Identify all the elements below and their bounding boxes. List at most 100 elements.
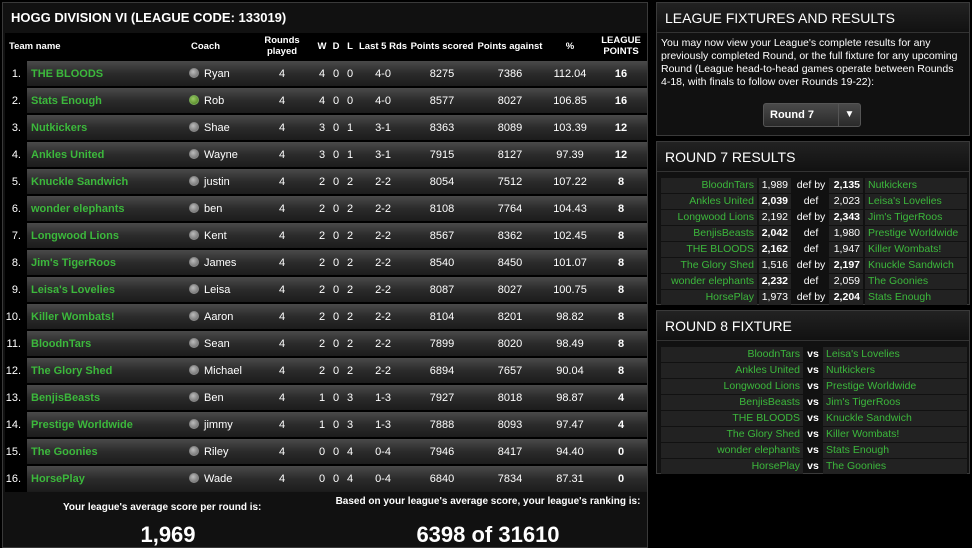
result-home-team[interactable]: THE BLOODS (661, 242, 757, 257)
fixture-home-team[interactable]: The Glory Shed (661, 427, 803, 442)
result-outcome: def (803, 227, 819, 239)
team-name-link[interactable]: wonder elephants (27, 194, 188, 222)
team-name-link[interactable]: BenjisBeasts (27, 383, 188, 411)
result-home-team[interactable]: Ankles United (661, 194, 757, 209)
result-away-score: 2,197 (829, 258, 863, 273)
team-name-link[interactable]: Longwood Lions (27, 221, 188, 249)
points-against: 8362 (475, 221, 546, 249)
fixture-away-team[interactable]: Killer Wombats! (823, 427, 967, 442)
result-home-team[interactable]: The Glory Shed (661, 258, 757, 273)
fixture-row: HorsePlay vs The Goonies (661, 459, 967, 474)
percentage: 98.87 (545, 383, 596, 411)
rounds-played: 4 (249, 194, 316, 222)
col-header-rounds: Rounds played (249, 33, 316, 61)
points-scored: 8087 (409, 275, 476, 303)
team-name-link[interactable]: HorsePlay (27, 464, 188, 492)
team-name-link[interactable]: BloodnTars (27, 329, 188, 357)
fixture-home-team[interactable]: wonder elephants (661, 443, 803, 458)
result-away-score: 1,947 (829, 242, 863, 257)
league-points: 8 (595, 248, 648, 276)
result-row: HorsePlay 1,973 def by 2,204 Stats Enough (661, 290, 967, 305)
result-away-team[interactable]: Prestige Worldwide (865, 226, 967, 241)
result-home-team[interactable]: BloodnTars (661, 178, 757, 193)
losses: 3 (343, 383, 358, 411)
result-home-team[interactable]: Longwood Lions (661, 210, 757, 225)
team-name-link[interactable]: Prestige Worldwide (27, 410, 188, 438)
result-away-team[interactable]: The Goonies (865, 274, 967, 289)
fixture-away-team[interactable]: Stats Enough (823, 443, 967, 458)
fixture-panel: ROUND 8 FIXTURE BloodnTars vs Leisa's Love… (656, 310, 970, 474)
team-name-link[interactable]: Leisa's Lovelies (27, 275, 188, 303)
coach-cell: Michael (187, 356, 250, 384)
coach-name: Leisa (204, 283, 231, 296)
result-home-team[interactable]: BenjisBeasts (661, 226, 757, 241)
fixture-away-team[interactable]: Jim's TigerRoos (823, 395, 967, 410)
fixture-vs: vs (807, 460, 819, 472)
last-5-rounds: 2-2 (357, 275, 410, 303)
result-home-score: 2,192 (759, 210, 791, 225)
fixture-home-team[interactable]: BenjisBeasts (661, 395, 803, 410)
fixture-home-team[interactable]: Ankles United (661, 363, 803, 378)
result-home-team[interactable]: HorsePlay (661, 290, 757, 305)
coach-avatar-icon (189, 283, 200, 294)
result-away-score: 2,023 (829, 194, 863, 209)
team-name-link[interactable]: Stats Enough (27, 86, 188, 114)
team-name-link[interactable]: Nutkickers (27, 113, 188, 141)
fixture-home-team[interactable]: HorsePlay (661, 459, 803, 474)
fixture-away-team[interactable]: Leisa's Lovelies (823, 347, 967, 362)
result-away-team[interactable]: Killer Wombats! (865, 242, 967, 257)
fixture-row: wonder elephants vs Stats Enough (661, 443, 967, 458)
rounds-played: 4 (249, 113, 316, 141)
fixture-away-team[interactable]: Nutkickers (823, 363, 967, 378)
result-away-score: 2,059 (829, 274, 863, 289)
coach-name: Sean (204, 337, 230, 350)
result-away-team[interactable]: Knuckle Sandwich (865, 258, 967, 273)
losses: 0 (343, 86, 358, 114)
team-name-link[interactable]: The Goonies (27, 437, 188, 465)
team-name-link[interactable]: The Glory Shed (27, 356, 188, 384)
ladder-row: 9. Leisa's Lovelies Leisa 4 2 0 2 2-2 8087 8027 10… (5, 275, 648, 303)
coach-avatar-icon (189, 391, 200, 402)
fixture-home-team[interactable]: THE BLOODS (661, 411, 803, 426)
ladder-position: 13. (5, 383, 27, 411)
last-5-rounds: 1-3 (357, 410, 410, 438)
fixture-vs: vs (807, 380, 819, 392)
result-outcome: def by (796, 179, 826, 191)
fixture-away-team[interactable]: The Goonies (823, 459, 967, 474)
percentage: 87.31 (545, 464, 596, 492)
rounds-played: 4 (249, 167, 316, 195)
fixtures-panel: LEAGUE FIXTURES AND RESULTS You may now … (656, 2, 970, 136)
result-away-team[interactable]: Nutkickers (865, 178, 967, 193)
losses: 2 (343, 275, 358, 303)
draws: 0 (329, 464, 344, 492)
fixture-home-team[interactable]: Longwood Lions (661, 379, 803, 394)
points-scored: 8363 (409, 113, 476, 141)
ladder-row: 16. HorsePlay Wade 4 0 0 4 0-4 6840 7834 87.31 0 (5, 464, 648, 492)
fixtures-description: You may now view your League's complete … (661, 37, 958, 88)
wins: 3 (315, 113, 330, 141)
fixture-away-team[interactable]: Knuckle Sandwich (823, 411, 967, 426)
fixture-away-team[interactable]: Prestige Worldwide (823, 379, 967, 394)
team-name-link[interactable]: Knuckle Sandwich (27, 167, 188, 195)
coach-name: Ben (204, 391, 224, 404)
coach-name: ben (204, 202, 223, 215)
ladder-row: 11. BloodnTars Sean 4 2 0 2 2-2 7899 8020 98.49 8 (5, 329, 648, 357)
last-5-rounds: 4-0 (357, 86, 410, 114)
ladder-row: 1. THE BLOODS Ryan 4 4 0 0 4-0 8275 7386 112.04 16 (5, 59, 648, 87)
result-home-team[interactable]: wonder elephants (661, 274, 757, 289)
ladder-row: 6. wonder elephants ben 4 2 0 2 2-2 8108 7764 104.… (5, 194, 648, 222)
round-select-dropdown[interactable]: Round 7 ▼ (763, 103, 861, 127)
result-away-team[interactable]: Jim's TigerRoos (865, 210, 967, 225)
last-5-rounds: 3-1 (357, 113, 410, 141)
chevron-down-icon[interactable]: ▼ (838, 104, 860, 126)
ladder-row: 10. Killer Wombats! Aaron 4 2 0 2 2-2 8104 8201 98… (5, 302, 648, 330)
fixture-home-team[interactable]: BloodnTars (661, 347, 803, 362)
team-name-link[interactable]: Jim's TigerRoos (27, 248, 188, 276)
result-away-team[interactable]: Leisa's Lovelies (865, 194, 967, 209)
team-name-link[interactable]: Ankles United (27, 140, 188, 168)
coach-avatar-icon (189, 202, 200, 213)
result-away-team[interactable]: Stats Enough (865, 290, 967, 305)
team-name-link[interactable]: Killer Wombats! (27, 302, 188, 330)
coach-name: Riley (204, 445, 229, 458)
team-name-link[interactable]: THE BLOODS (27, 59, 188, 87)
